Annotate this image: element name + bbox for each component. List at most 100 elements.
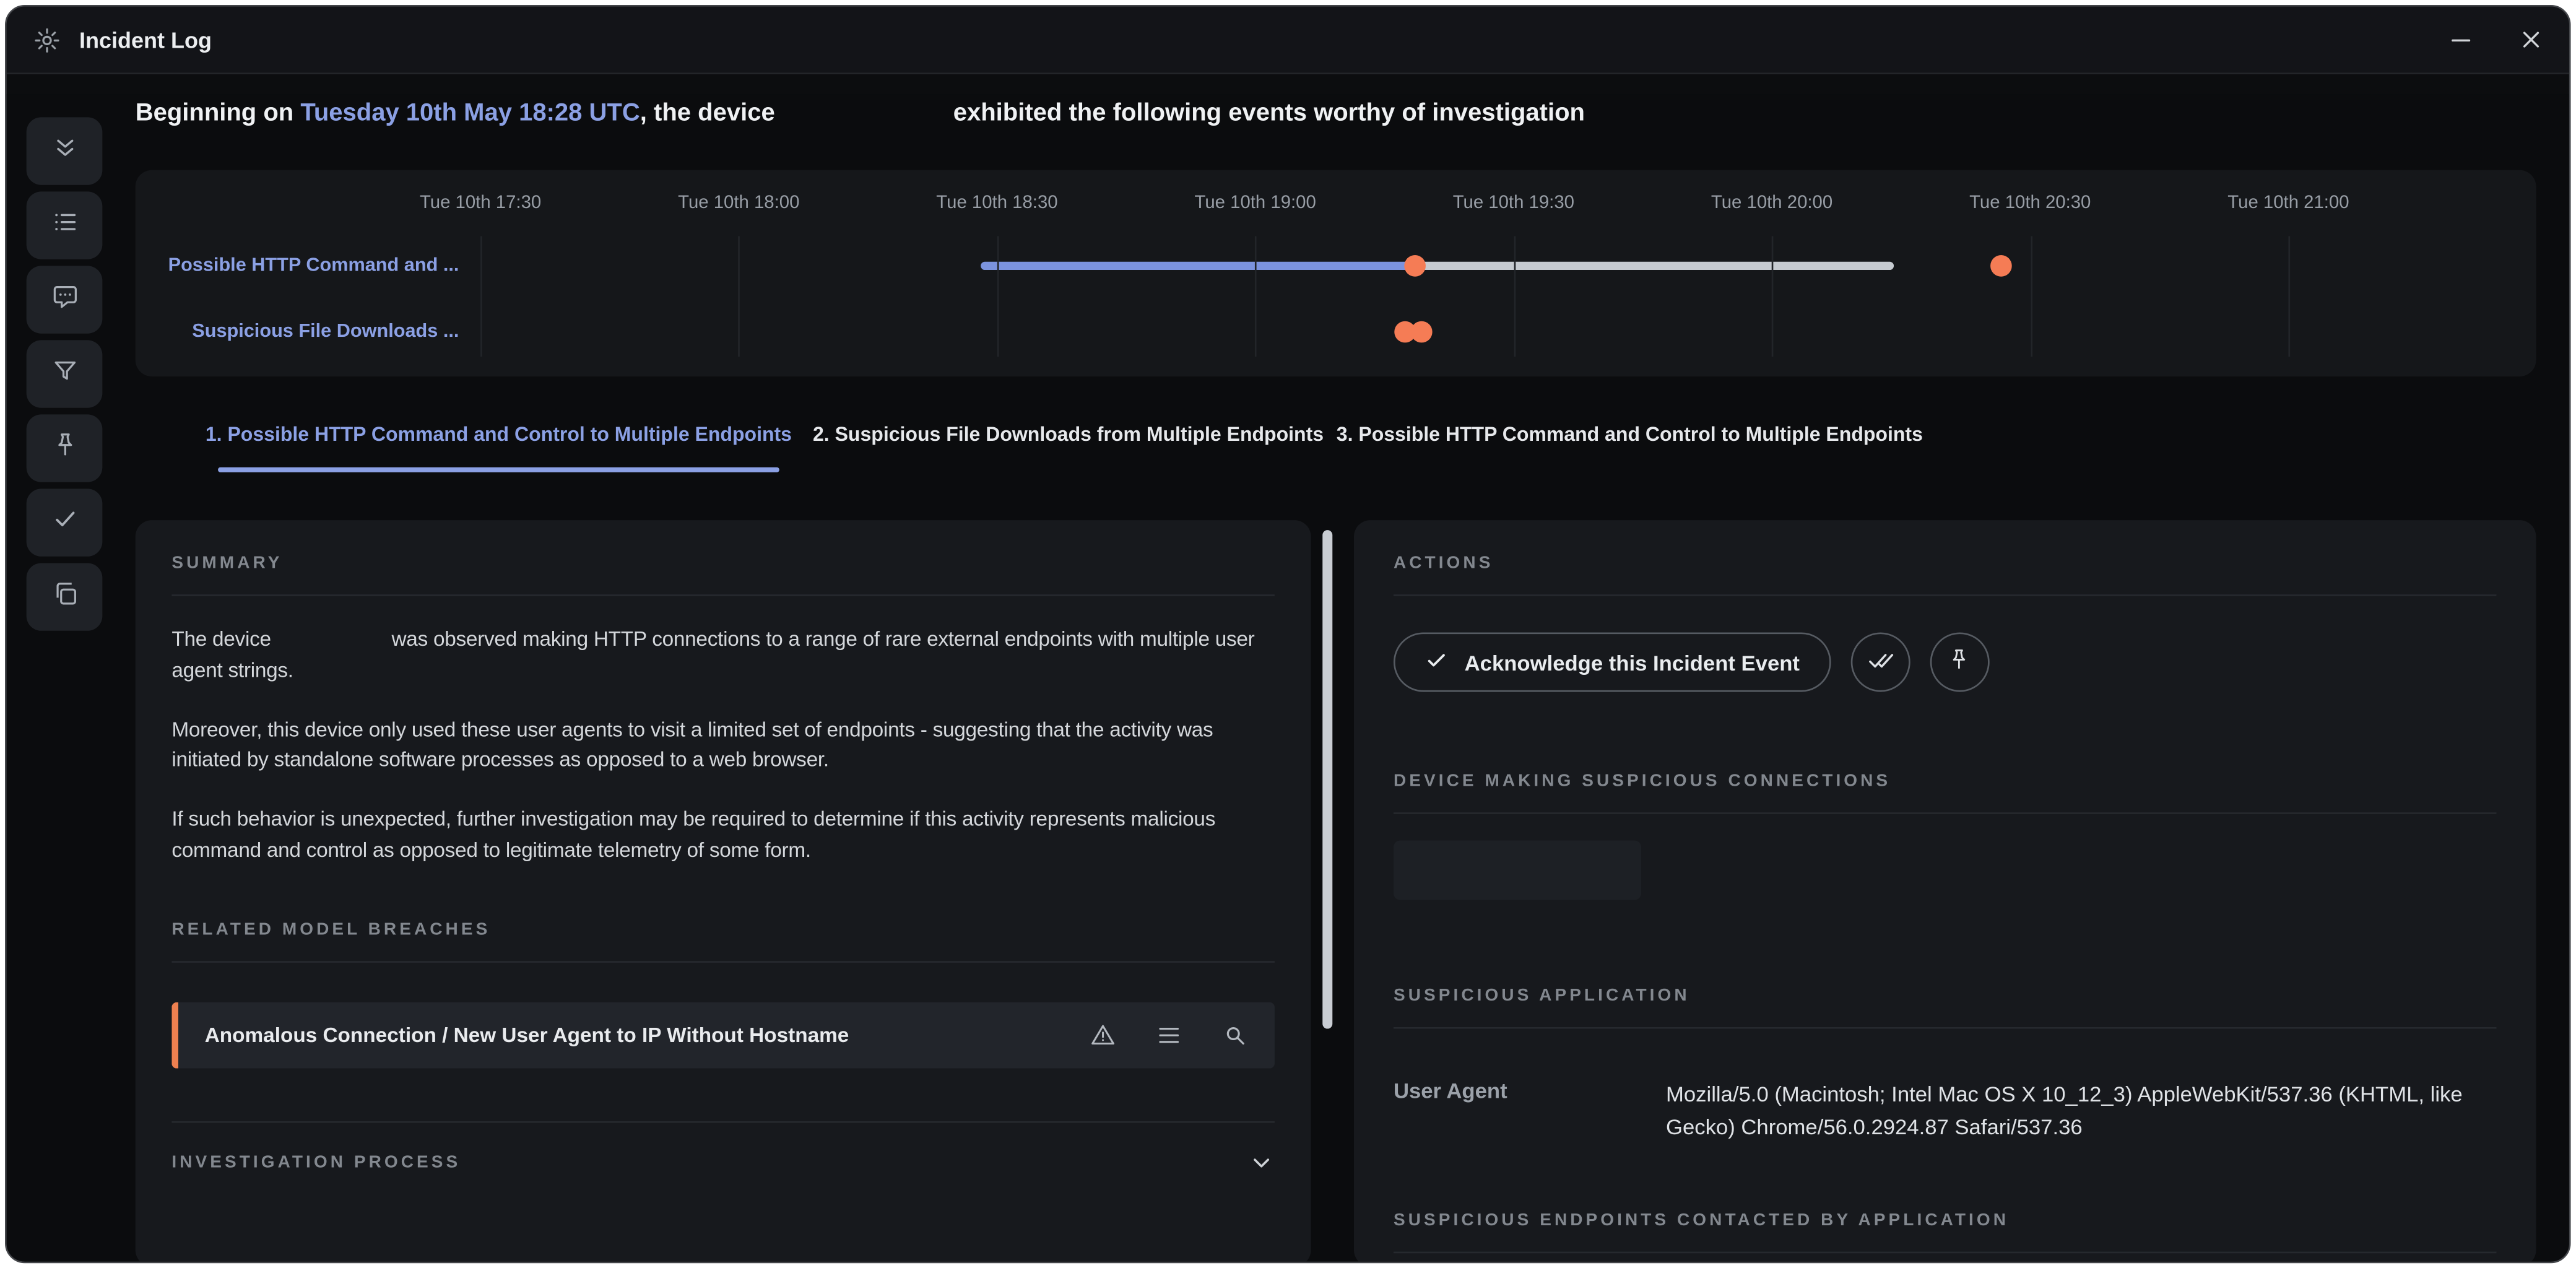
actions-row: Acknowledge this Incident Event xyxy=(1394,632,2497,692)
timeline-row-label: Suspicious File Downloads ... xyxy=(158,305,459,358)
acknowledge-button-label: Acknowledge this Incident Event xyxy=(1465,649,1800,674)
pin-event-button[interactable] xyxy=(1930,632,1990,692)
double-check-icon xyxy=(1867,646,1894,678)
header-after-timestamp: , the device xyxy=(640,99,775,127)
sidebar-event-list-button[interactable] xyxy=(27,191,103,259)
divider xyxy=(171,594,1275,596)
timeline-tick-label: Tue 10th 18:00 xyxy=(678,193,799,213)
timeline-track-0 xyxy=(480,240,2288,292)
double-chevron-down-icon xyxy=(50,133,78,170)
gear-icon xyxy=(33,25,61,53)
timeline-gridline xyxy=(997,236,999,357)
summary-paragraph-3: If such behavior is unexpected, further … xyxy=(171,804,1275,866)
model-breach-row[interactable]: Anomalous Connection / New User Agent to… xyxy=(171,1002,1275,1068)
user-agent-value: Mozilla/5.0 (Macintosh; Intel Mac OS X 1… xyxy=(1666,1079,2497,1145)
event-context-panel: ACTIONS Acknowledge this Incident Event xyxy=(1354,520,2536,1263)
header-suffix: exhibited the following events worthy of… xyxy=(953,99,1585,127)
timeline-track-1 xyxy=(480,305,2288,358)
window-title: Incident Log xyxy=(79,27,212,52)
header-timestamp: Tuesday 10th May 18:28 UTC xyxy=(300,99,640,127)
timeline-tick-label: Tue 10th 19:30 xyxy=(1453,193,1574,213)
sidebar-acknowledge-button[interactable] xyxy=(27,489,103,556)
timeline-gridline xyxy=(1514,236,1516,357)
check-icon xyxy=(50,505,78,541)
suspicious-endpoints-heading: SUSPICIOUS ENDPOINTS CONTACTED BY APPLIC… xyxy=(1394,1211,2497,1231)
model-breach-actions xyxy=(1090,1022,1248,1048)
summary-p1-after: was observed making HTTP connections to … xyxy=(171,627,1254,681)
content-area: SUMMARY The devicewas observed making HT… xyxy=(136,520,2536,1263)
divider xyxy=(171,960,1275,962)
comment-icon xyxy=(50,282,78,318)
related-model-breaches-heading: RELATED MODEL BREACHES xyxy=(171,919,1275,939)
timeline-activity-segment xyxy=(1415,262,1894,270)
summary-heading: SUMMARY xyxy=(171,520,1275,573)
left-panel-scrollbar[interactable] xyxy=(1322,530,1332,1028)
event-detail-panel: SUMMARY The devicewas observed making HT… xyxy=(136,520,1311,1263)
close-button[interactable] xyxy=(2520,28,2543,51)
timeline-tick-label: Tue 10th 19:00 xyxy=(1195,193,1316,213)
actions-heading: ACTIONS xyxy=(1394,520,2497,573)
timeline-gridline xyxy=(739,236,740,357)
timeline-activity-segment xyxy=(981,262,1415,270)
sidebar-pin-button[interactable] xyxy=(27,414,103,482)
breach-log-icon[interactable] xyxy=(1156,1022,1182,1048)
timeline-gridline xyxy=(480,236,482,357)
divider xyxy=(1394,1027,2497,1029)
warning-icon[interactable] xyxy=(1090,1022,1116,1048)
tab-event-2[interactable]: 2. Suspicious File Downloads from Multip… xyxy=(796,399,1340,456)
user-agent-label: User Agent xyxy=(1394,1079,1666,1145)
summary-p1-before: The device xyxy=(171,627,271,650)
divider xyxy=(1394,594,2497,596)
investigation-process-section[interactable]: INVESTIGATION PROCESS xyxy=(171,1121,1275,1175)
incident-timeline-panel: Possible HTTP Command and ... Suspicious… xyxy=(136,170,2536,376)
timeline-tick-label: Tue 10th 17:30 xyxy=(420,193,541,213)
app-body: Beginning on Tuesday 10th May 18:28 UTC,… xyxy=(7,94,2569,1263)
timeline-tick-label: Tue 10th 20:30 xyxy=(1969,193,2091,213)
timeline-event-dot[interactable] xyxy=(1405,255,1426,277)
timeline-gridline xyxy=(2030,236,2032,357)
divider xyxy=(1394,812,2497,814)
sidebar-expand-all-button[interactable] xyxy=(27,117,103,185)
header-prefix: Beginning on xyxy=(136,99,301,127)
incident-log-window: Incident Log xyxy=(5,5,2571,1263)
investigation-process-heading: INVESTIGATION PROCESS xyxy=(171,1152,461,1171)
sidebar-filter-button[interactable] xyxy=(27,340,103,407)
incident-event-tabs: 1. Possible HTTP Command and Control to … xyxy=(136,399,2536,515)
acknowledge-incident-button[interactable]: Acknowledge this Incident Event xyxy=(1394,632,1831,692)
divider xyxy=(1394,1252,2497,1254)
timeline-tick-label: Tue 10th 20:00 xyxy=(1711,193,1832,213)
incident-header-sentence: Beginning on Tuesday 10th May 18:28 UTC,… xyxy=(136,94,2536,134)
timeline-event-dot[interactable] xyxy=(1990,255,2012,277)
sidebar-comments-button[interactable] xyxy=(27,266,103,333)
tab-event-1[interactable]: 1. Possible HTTP Command and Control to … xyxy=(136,399,862,471)
timeline-plot: Tue 10th 17:30Tue 10th 18:00Tue 10th 18:… xyxy=(480,170,2288,376)
pushpin-icon xyxy=(1948,647,1972,677)
timeline-gridline xyxy=(1255,236,1257,357)
timeline-row-label: Possible HTTP Command and ... xyxy=(158,240,459,292)
tab-event-3[interactable]: 3. Possible HTTP Command and Control to … xyxy=(1275,399,1985,456)
stage: Incident Log xyxy=(0,0,2576,1268)
timeline-event-dot[interactable] xyxy=(1412,321,1433,343)
search-icon[interactable] xyxy=(1222,1022,1249,1048)
model-breach-label: Anomalous Connection / New User Agent to… xyxy=(205,1023,849,1046)
device-heading: DEVICE MAKING SUSPICIOUS CONNECTIONS xyxy=(1394,771,2497,791)
sidebar xyxy=(27,117,103,630)
redacted-device-card xyxy=(1394,841,1641,900)
chevron-down-icon[interactable] xyxy=(1248,1149,1275,1175)
titlebar: Incident Log xyxy=(7,7,2569,74)
timeline-tick-label: Tue 10th 18:30 xyxy=(936,193,1057,213)
acknowledge-all-button[interactable] xyxy=(1851,632,1910,692)
user-agent-row: User Agent Mozilla/5.0 (Macintosh; Intel… xyxy=(1394,1079,2497,1145)
timeline-tick-label: Tue 10th 21:00 xyxy=(2227,193,2349,213)
summary-paragraph-2: Moreover, this device only used these us… xyxy=(171,714,1275,776)
main-content: Beginning on Tuesday 10th May 18:28 UTC,… xyxy=(136,94,2536,1263)
timeline-gridline xyxy=(1772,236,1774,357)
suspicious-application-heading: SUSPICIOUS APPLICATION xyxy=(1394,986,2497,1005)
sidebar-copy-button[interactable] xyxy=(27,563,103,630)
summary-paragraph-1: The devicewas observed making HTTP conne… xyxy=(171,624,1275,686)
timeline-gridline xyxy=(2288,236,2290,357)
minimize-button[interactable] xyxy=(2448,27,2473,52)
funnel-icon xyxy=(50,356,78,393)
list-icon xyxy=(50,207,78,244)
check-icon xyxy=(1425,648,1448,676)
